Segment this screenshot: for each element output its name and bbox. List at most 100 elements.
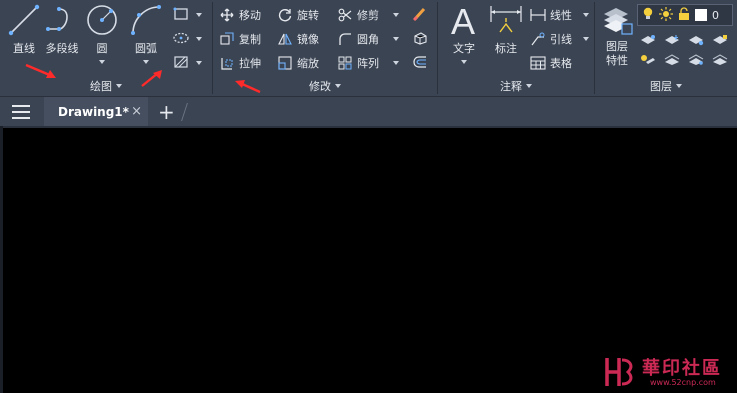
lightbulb-icon [642,7,654,24]
dimension-icon [488,2,524,38]
annotation-panel-expand-icon [526,84,532,88]
explode-icon[interactable] [411,30,429,46]
array-tool[interactable]: 阵列 [337,54,379,72]
layer-off-icon[interactable] [687,32,705,48]
mirror-tool[interactable]: 镜像 [277,30,319,48]
move-icon [219,7,235,23]
draw-panel-expand-icon [116,84,122,88]
dimension-tool[interactable]: 标注 [488,2,524,56]
rectangle-icon[interactable] [172,6,190,22]
layer-previous-icon[interactable] [663,52,681,68]
fillet-tool[interactable]: 圆角 [337,30,379,48]
mirror-label: 镜像 [297,33,319,46]
annotation-panel-title[interactable]: 注释 [438,78,594,94]
leader-dropdown-icon[interactable] [583,37,589,41]
layers-panel: 图层 特性 0 图层 [595,0,737,96]
circle-dropdown-icon[interactable] [99,60,105,64]
watermark-url: www.52cnp.com [650,378,716,387]
line-label: 直线 [13,42,35,55]
new-tab-plus-icon[interactable]: + [158,100,175,124]
annotation-panel-label: 注释 [500,80,522,93]
layer-walk-icon[interactable] [687,52,705,68]
trim-dropdown-icon[interactable] [393,13,399,17]
array-icon [337,55,353,71]
watermark: 華印社區 www.52cnp.com [604,354,734,390]
layer-isolate-icon[interactable] [639,32,657,48]
modify-panel-expand-icon [335,84,341,88]
arc-tool[interactable]: 圆弧 [128,2,164,64]
leader-label: 引线 [550,33,572,46]
fillet-icon [337,31,353,47]
unlock-icon [678,6,690,24]
table-icon [530,55,546,71]
text-icon: A [446,2,482,38]
offset-icon[interactable] [411,54,429,70]
draw-panel-label: 绘图 [90,80,112,93]
move-tool[interactable]: 移动 [219,6,261,24]
dimension-label: 标注 [495,42,517,55]
polyline-tool[interactable]: 多段线 [44,2,80,56]
layers-panel-expand-icon [676,84,682,88]
copy-tool[interactable]: 复制 [219,30,261,48]
sun-icon [659,6,673,24]
layer-freeze-icon[interactable] [663,32,681,48]
layer-match-icon[interactable] [639,52,657,68]
hatch-dropdown-icon[interactable] [196,61,202,65]
circle-icon [84,2,120,38]
fillet-dropdown-icon[interactable] [393,37,399,41]
text-tool[interactable]: A 文字 [446,2,482,64]
ellipse-icon[interactable] [172,30,190,46]
trim-icon [337,7,353,23]
layers-panel-label: 图层 [650,80,672,93]
canvas-left-border [0,126,3,393]
linear-dropdown-icon[interactable] [583,13,589,17]
stretch-tool[interactable]: 拉伸 [219,54,261,72]
table-label: 表格 [550,57,572,70]
linear-dimension-icon [530,7,546,23]
line-tool[interactable]: 直线 [6,2,42,56]
layers-panel-title[interactable]: 图层 [595,78,737,94]
linear-label: 线性 [550,9,572,22]
layer-lock-icon[interactable] [711,32,729,48]
hatch-icon[interactable] [172,54,190,70]
circle-tool[interactable]: 圆 [84,2,120,64]
scale-tool[interactable]: 缩放 [277,54,319,72]
red-annotation-arrow [25,63,56,78]
move-label: 移动 [239,9,261,22]
circle-label: 圆 [96,42,108,55]
layer-properties-label-2: 特性 [606,54,628,67]
arc-dropdown-icon[interactable] [143,60,149,64]
table-tool[interactable]: 表格 [530,54,572,72]
modify-panel-label: 修改 [309,80,331,93]
draw-panel-title[interactable]: 绘图 [0,78,212,94]
rectangle-dropdown-icon[interactable] [196,13,202,17]
text-dropdown-icon[interactable] [461,60,467,64]
draw-panel: 直线 多段线 圆 圆弧 绘图 [0,0,212,96]
trim-tool[interactable]: 修剪 [337,6,379,24]
rotate-label: 旋转 [297,9,319,22]
drawing-canvas[interactable] [0,126,737,393]
tab-title: Drawing1* [58,105,129,119]
rotate-tool[interactable]: 旋转 [277,6,319,24]
arc-label: 圆弧 [135,42,157,55]
linear-tool[interactable]: 线性 [530,6,572,24]
arc-icon [128,2,164,38]
fillet-label: 圆角 [357,33,379,46]
array-dropdown-icon[interactable] [393,61,399,65]
polyline-icon [44,2,80,38]
red-annotation-arrow [235,80,261,94]
text-label: 文字 [453,42,475,55]
copy-label: 复制 [239,33,261,46]
layer-merge-icon[interactable] [711,52,729,68]
leader-tool[interactable]: 引线 [530,30,572,48]
leader-icon [530,31,546,47]
ellipse-dropdown-icon[interactable] [196,37,202,41]
rotate-icon [277,7,293,23]
erase-icon[interactable] [411,6,429,22]
layer-properties-tool[interactable]: 图层 特性 [599,2,635,68]
tab-drawing1[interactable]: Drawing1* × [44,97,148,127]
close-icon[interactable]: × [131,104,142,119]
layer-dropdown[interactable]: 0 [637,4,733,26]
hamburger-menu-icon[interactable] [10,104,32,120]
layer-properties-label-1: 图层 [606,40,628,53]
